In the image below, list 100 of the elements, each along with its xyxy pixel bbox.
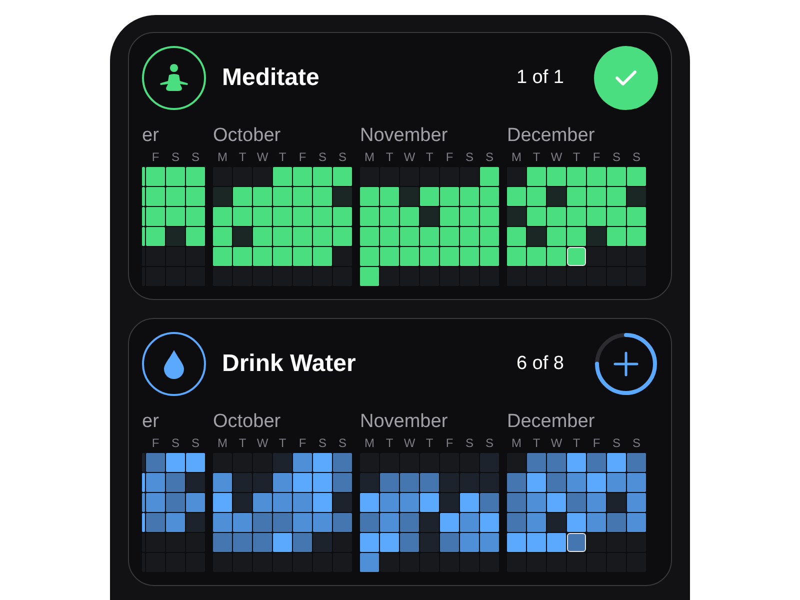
- day-cell: [380, 247, 399, 266]
- day-cell: [587, 207, 606, 226]
- day-cell: [440, 247, 459, 266]
- habit-title: Meditate: [222, 64, 320, 92]
- day-cell: [380, 207, 399, 226]
- day-cell: [313, 247, 332, 266]
- weekday-label: F: [592, 150, 602, 164]
- day-cell: [460, 247, 479, 266]
- day-cell: [480, 187, 499, 206]
- day-cell: [507, 247, 526, 266]
- day-cell: [293, 187, 312, 206]
- day-cell: [146, 187, 165, 206]
- day-cell: [607, 167, 626, 186]
- day-cell: [233, 207, 252, 226]
- day-cell: [420, 227, 439, 246]
- day-cell: [293, 167, 312, 186]
- day-cell: [547, 207, 566, 226]
- day-cell: [273, 227, 292, 246]
- day-cell: [507, 187, 526, 206]
- day-cell: [480, 453, 499, 472]
- day-cell: [186, 473, 205, 492]
- weekday-label: S: [464, 150, 474, 164]
- weekday-label: W: [256, 150, 270, 164]
- day-cell: [567, 227, 586, 246]
- day-cell: [166, 187, 185, 206]
- day-cell: [166, 227, 185, 246]
- plus-icon: [613, 351, 639, 377]
- day-cell: [333, 207, 352, 226]
- day-cell: [547, 513, 566, 532]
- day-cell: [146, 167, 165, 186]
- day-cell: [527, 227, 546, 246]
- day-cell: [313, 227, 332, 246]
- day-cell: [253, 247, 272, 266]
- weekday-label: T: [278, 436, 288, 450]
- day-cell: [333, 167, 352, 186]
- day-cell: [213, 247, 232, 266]
- day-cell: [420, 513, 439, 532]
- weekday-label: T: [278, 150, 288, 164]
- day-cell: [440, 227, 459, 246]
- weekday-label: S: [631, 150, 642, 164]
- day-cell: [567, 207, 586, 226]
- weekday-label: T: [424, 150, 434, 164]
- day-cell: [293, 227, 312, 246]
- day-cell: [627, 187, 646, 206]
- day-cell: [527, 187, 546, 206]
- day-cell: [480, 473, 499, 492]
- day-cell: [460, 227, 479, 246]
- day-cell: [233, 227, 252, 246]
- weekday-label: S: [631, 436, 642, 450]
- day-cell: [333, 493, 352, 512]
- day-cell: [273, 207, 292, 226]
- month-label: December: [507, 412, 596, 432]
- weekday-label: T: [238, 150, 248, 164]
- weekday-label: S: [317, 436, 328, 450]
- day-cell: [607, 493, 626, 512]
- day-cell: [380, 227, 399, 246]
- day-cell: [440, 493, 459, 512]
- day-cell: [253, 207, 272, 226]
- day-cell: [186, 187, 205, 206]
- checkmark-icon: [615, 70, 637, 86]
- add-button[interactable]: [594, 332, 658, 396]
- weekday-label: F: [444, 436, 454, 450]
- day-cell: [313, 533, 332, 552]
- day-cell: [186, 227, 205, 246]
- day-cell: [480, 167, 499, 186]
- day-cell: [507, 227, 526, 246]
- day-cell: [313, 187, 332, 206]
- day-cell: [607, 227, 626, 246]
- day-cell: [360, 227, 379, 246]
- month-label: October: [213, 412, 282, 432]
- day-cell: [213, 227, 232, 246]
- day-cell: [233, 247, 252, 266]
- day-cell: [527, 207, 546, 226]
- day-cell: [400, 247, 419, 266]
- weekday-label: F: [444, 150, 454, 164]
- weekday-label: W: [256, 436, 270, 450]
- weekday-label: M: [216, 436, 228, 450]
- day-cell: [587, 187, 606, 206]
- day-cell: [360, 207, 379, 226]
- day-cell: [480, 207, 499, 226]
- day-cell: [313, 167, 332, 186]
- weekday-label: S: [484, 150, 494, 164]
- day-cell: [293, 247, 312, 266]
- weekday-label: S: [484, 436, 494, 450]
- month-label: October: [213, 126, 282, 146]
- day-cell: [547, 187, 566, 206]
- day-cell: [400, 187, 419, 206]
- day-cell: [527, 167, 546, 186]
- day-cell: [213, 187, 232, 206]
- weekday-label: T: [572, 150, 582, 164]
- day-cell: [313, 207, 332, 226]
- day-cell: [607, 207, 626, 226]
- day-cell: [460, 207, 479, 226]
- weekday-label: W: [550, 150, 564, 164]
- month-label: er: [142, 126, 160, 146]
- day-cell: [627, 207, 646, 226]
- weekday-label: W: [550, 436, 564, 450]
- weekday-label: M: [216, 150, 228, 164]
- weekday-label: M: [510, 436, 522, 450]
- day-cell: [567, 187, 586, 206]
